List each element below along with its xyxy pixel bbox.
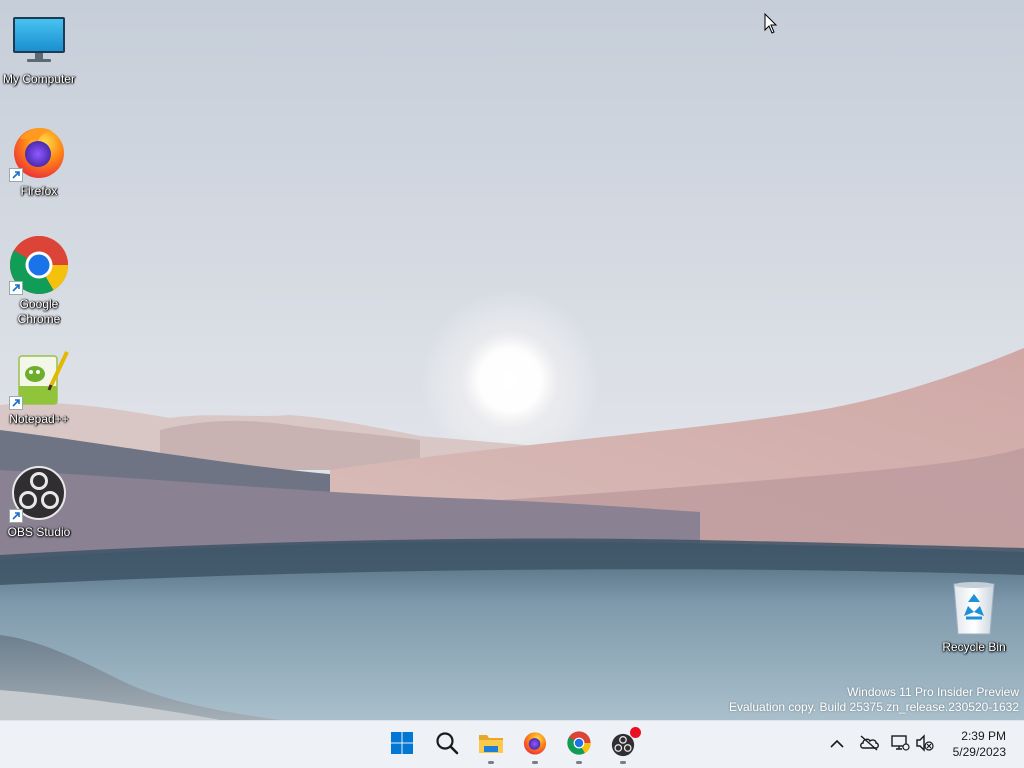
volume-tray-button[interactable] (913, 733, 937, 757)
desktop-icon-label: Google Chrome (17, 297, 61, 326)
desktop-icon-firefox[interactable]: Firefox (0, 122, 78, 199)
shortcut-arrow-icon (9, 281, 23, 295)
onedrive-offline-icon (859, 734, 879, 756)
shortcut-arrow-icon (9, 168, 23, 182)
desktop-icon-label: Firefox (20, 184, 58, 198)
running-indicator (532, 761, 538, 764)
obs-taskbar-button[interactable] (603, 725, 643, 765)
desktop-icon-my-computer[interactable]: My Computer (0, 10, 78, 87)
obs-icon (9, 463, 69, 523)
firefox-taskbar-button[interactable] (515, 725, 555, 765)
watermark-build: Evaluation copy. Build 25375.zn_release.… (729, 700, 1019, 714)
search-button[interactable] (427, 725, 467, 765)
running-indicator (620, 761, 626, 764)
mouse-cursor-icon (764, 12, 778, 40)
chrome-icon (9, 235, 69, 295)
running-indicator (488, 761, 494, 764)
recycle-bin-icon (944, 578, 1004, 638)
windows-evaluation-watermark: Windows 11 Pro Insider Preview Evaluatio… (729, 685, 1019, 715)
running-indicator (576, 761, 582, 764)
desktop-icon-label: OBS Studio (7, 525, 71, 539)
search-icon (435, 731, 459, 760)
onedrive-tray-button[interactable] (857, 733, 881, 757)
obs-icon (611, 727, 641, 757)
firefox-icon (9, 122, 69, 182)
chevron-up-icon (830, 736, 844, 754)
desktop-icon-recycle-bin[interactable]: Recycle Bin (935, 578, 1013, 655)
watermark-edition: Windows 11 Pro Insider Preview (847, 685, 1019, 699)
shortcut-arrow-icon (9, 396, 23, 410)
notepadpp-icon (9, 350, 69, 410)
monitor-icon (9, 10, 69, 70)
clock-date: 5/29/2023 (952, 745, 1006, 759)
network-tray-button[interactable] (888, 733, 912, 757)
desktop-wallpaper (0, 0, 1024, 720)
file-explorer-button[interactable] (471, 725, 511, 765)
desktop-icon-google-chrome[interactable]: Google Chrome (0, 235, 78, 327)
windows-start-icon (390, 731, 414, 760)
taskbar-clock[interactable]: 2:39 PM 5/29/2023 (953, 728, 1006, 760)
desktop-icon-label: Notepad++ (9, 412, 69, 426)
network-icon (890, 734, 910, 757)
start-button[interactable] (382, 725, 422, 765)
folder-icon (478, 731, 504, 760)
shortcut-arrow-icon (9, 509, 23, 523)
desktop-icon-obs-studio[interactable]: OBS Studio (0, 463, 78, 540)
desktop-icon-label: Recycle Bin (942, 640, 1006, 654)
taskbar: 2:39 PM 5/29/2023 (0, 720, 1024, 768)
desktop-icon-label: My Computer (2, 72, 76, 86)
chrome-icon (567, 730, 591, 760)
volume-muted-icon (915, 733, 935, 757)
chrome-taskbar-button[interactable] (559, 725, 599, 765)
desktop-icon-notepadpp[interactable]: Notepad++ (0, 350, 78, 427)
recording-dot-icon (630, 727, 641, 738)
firefox-icon (523, 731, 547, 760)
show-hidden-icons-button[interactable] (825, 733, 849, 757)
clock-time: 2:39 PM (961, 729, 1006, 743)
